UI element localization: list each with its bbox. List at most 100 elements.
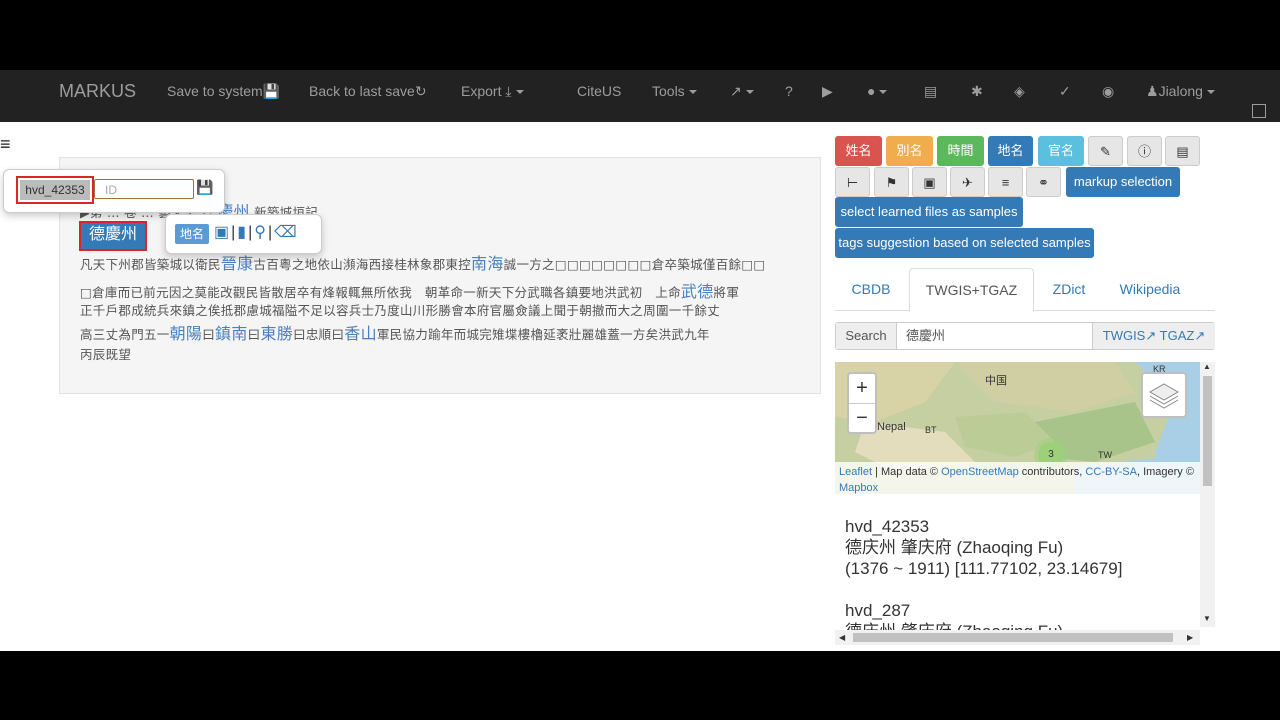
external-link-dropdown[interactable]: ↗ [730,70,754,122]
expand-icon[interactable] [1252,104,1266,118]
leaflet-link[interactable]: Leaflet [839,466,872,478]
result-item[interactable]: hvd_287 德庆州 肇庆府 (Zhaoqing Fu) [845,600,1063,630]
select-learned-files-button[interactable]: select learned files as samples [835,197,1023,227]
place-mark[interactable]: 南海 [471,254,504,273]
map-label-tw: TW [1098,450,1112,460]
trash-icon[interactable]: ⌫ [274,224,297,241]
zoom-control: + − [847,372,877,434]
place-mark[interactable]: 武德 [681,282,714,301]
result-id: hvd_42353 [845,517,930,536]
separator: | [231,224,236,241]
osm-link[interactable]: OpenStreetMap [941,466,1019,478]
folder-icon[interactable]: ▣ [912,167,947,197]
citeus-link[interactable]: CiteUS [577,70,621,122]
vertical-scrollbar[interactable]: ▲ ▼ [1200,362,1215,627]
download-icon: ⤓ [505,83,512,99]
scroll-left-arrow[interactable]: ◀ [839,633,845,642]
scroll-up-arrow[interactable]: ▲ [1203,362,1211,371]
video-icon[interactable]: ▶ [822,70,833,122]
selected-place-mark[interactable]: 德慶州 [79,221,147,251]
globe-dropdown[interactable]: ● [867,70,888,122]
doc-text: 凡天下州郡皆築城以衛民 [80,257,221,272]
save-to-system-button[interactable]: Save to system💾 [167,70,280,122]
layers-icon[interactable] [1141,372,1187,418]
hamburger-menu-icon[interactable]: ≡ [0,134,11,155]
tag-button-office[interactable]: 官名 [1038,136,1084,166]
markup-selection-button[interactable]: markup selection [1066,167,1180,197]
book-icon[interactable]: ▮ [237,224,246,241]
tag-button-place[interactable]: 地名 [988,136,1033,166]
twitter-icon[interactable]: ✓ [1059,70,1071,122]
twgis-link[interactable]: TWGIS [1103,328,1146,343]
export-label: Export [461,83,502,99]
attr-text: , Imagery © [1136,466,1194,478]
place-mark[interactable]: 鎮南 [215,324,248,343]
tab-twgis-tgaz[interactable]: TWGIS+TGAZ [909,268,1034,312]
tag-button-time[interactable]: 時間 [937,136,984,166]
info-icon[interactable]: ⓘ [1127,136,1162,166]
id-badge[interactable]: hvd_42353 [20,180,90,200]
result-name: 德庆州 肇庆府 (Zhaoqing Fu) [845,621,1063,630]
glasses-icon[interactable]: ⚭ [1026,167,1061,197]
scroll-down-arrow[interactable]: ▼ [1203,614,1211,623]
tools-dropdown[interactable]: Tools [652,70,697,122]
edit-icon[interactable]: ✎ [1088,136,1123,166]
github-icon[interactable]: ◉ [1102,70,1114,122]
navbar: MARKUS Save to system💾 Back to last save… [0,70,1280,122]
doc-text: 誠一方之□□□□□□□□倉卒築城僅百餘□□ [503,257,766,272]
scroll-thumb[interactable] [853,633,1173,642]
map-view[interactable]: 中国 Nepal BT TW KR 3 + − Leaflet | Map da… [835,362,1200,494]
indent-icon[interactable]: ⊢ [835,167,870,197]
export-dropdown[interactable]: Export ⤓ [461,70,524,122]
tag-button-alt-name[interactable]: 別名 [886,136,933,166]
document-line: 高三丈為門五一朝陽曰鎮南曰東勝曰忠順曰香山軍民協力踰年而城完雉堞樓櫓延袤壯麗雄蓋… [80,320,710,344]
back-label: Back to last save [309,83,415,99]
align-icon[interactable]: ≡ [988,167,1023,197]
tab-cbdb[interactable]: CBDB [835,268,907,310]
place-mark[interactable]: 東勝 [260,324,293,343]
cc-by-sa-link[interactable]: CC-BY-SA [1085,466,1137,478]
tab-wikipedia[interactable]: Wikipedia [1105,268,1195,310]
save-id-icon[interactable]: 💾 [196,179,213,196]
zoom-out-button[interactable]: − [849,404,875,433]
list-icon[interactable]: ▤ [1165,136,1200,166]
place-mark[interactable]: 朝陽 [170,324,203,343]
user-dropdown[interactable]: ♟Jialong [1146,70,1215,122]
bug-icon[interactable]: ✱ [971,70,983,122]
plane-icon[interactable]: ✈ [950,167,985,197]
zoom-in-button[interactable]: + [849,374,875,404]
search-input[interactable]: 德慶州 [896,323,1092,349]
doc-text: 曰忠順曰 [293,327,345,342]
tags-suggestion-button[interactable]: tags suggestion based on selected sample… [835,228,1094,258]
user-name: Jialong [1158,83,1203,99]
caret-down-icon [745,90,754,95]
tags-icon[interactable]: ⚑ [874,167,909,197]
mapbox-link[interactable]: Mapbox [839,482,878,494]
scroll-thumb[interactable] [1203,376,1212,486]
tgaz-link[interactable]: TGAZ [1160,328,1195,343]
floppy-icon: 💾 [262,83,281,99]
back-to-last-save-button[interactable]: Back to last save↻ [309,70,427,122]
doc-text: 曰 [247,327,261,342]
id-input[interactable]: ID [94,179,194,199]
horizontal-scrollbar[interactable]: ◀ ▶ [835,630,1200,645]
tag-type-label[interactable]: 地名 [175,224,209,244]
separator: | [248,224,253,241]
help-button[interactable]: ? [785,70,793,122]
place-mark[interactable]: 晉康 [221,254,254,273]
external-link-icon: ↗ [730,83,742,99]
document-line: 正千戶郡成統兵來鎮之俟抵郡慮城福隘不足以容兵士乃度山川形勝會本府官屬僉議上聞于朝… [80,303,721,318]
attr-text: | Map data © [872,466,942,478]
save-icon[interactable]: ▣ [214,224,229,241]
brand-logo[interactable]: MARKUS [59,70,136,122]
search-icon[interactable]: ⚲ [254,224,266,241]
tab-zdict[interactable]: ZDict [1035,268,1103,310]
newspaper-icon[interactable]: ▤ [924,70,937,122]
weibo-icon[interactable]: ◈ [1014,70,1025,122]
result-item[interactable]: hvd_42353 德庆州 肇庆府 (Zhaoqing Fu) (1376 ~ … [845,516,1122,579]
map-attribution: Leaflet | Map data © OpenStreetMap contr… [835,462,1200,494]
tag-button-personal-name[interactable]: 姓名 [835,136,882,166]
place-mark[interactable]: 香山 [344,324,377,343]
attr-text: contributors, [1018,466,1086,478]
scroll-right-arrow[interactable]: ▶ [1187,633,1193,642]
